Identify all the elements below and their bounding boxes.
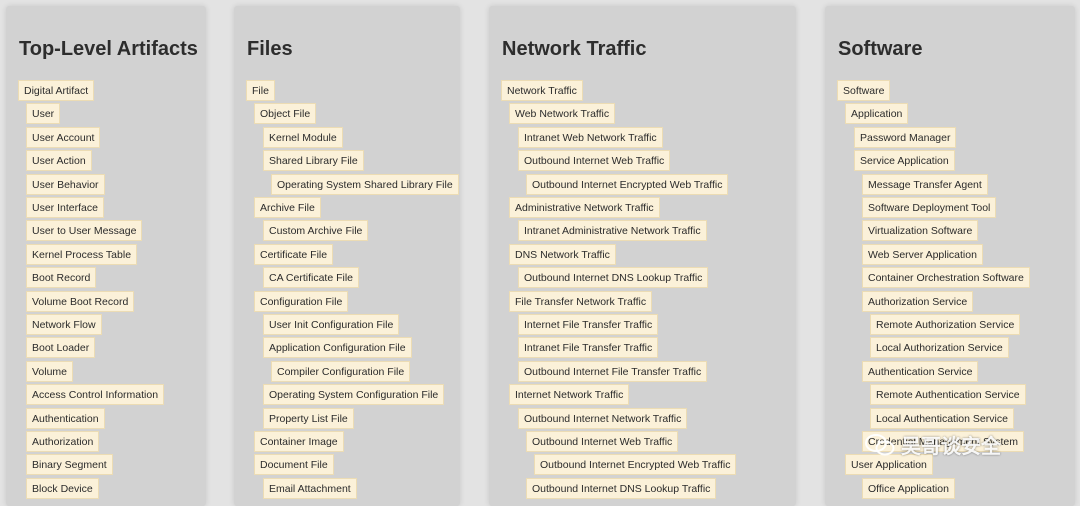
tree-item[interactable]: Outbound Internet Network Traffic xyxy=(518,408,688,429)
tree-item[interactable]: Property List File xyxy=(263,408,354,429)
tree-item[interactable]: User Init Configuration File xyxy=(263,314,400,335)
tree-item[interactable]: Web Network Traffic xyxy=(509,103,616,124)
tree-item[interactable]: Authentication xyxy=(26,408,105,429)
column-title: Network Traffic xyxy=(502,38,647,60)
tree-item[interactable]: Application xyxy=(845,103,909,124)
tree-item[interactable]: User Action xyxy=(26,150,92,171)
tree-item[interactable]: Email Attachment xyxy=(263,478,357,499)
tree-item[interactable]: Volume Boot Record xyxy=(26,291,135,312)
tree-item[interactable]: Network Flow xyxy=(26,314,102,335)
tree-item[interactable]: Authorization Service xyxy=(862,291,974,312)
tree-item[interactable]: User Account xyxy=(26,127,101,148)
tree-item[interactable]: File xyxy=(246,80,275,101)
tree-item[interactable]: Message Transfer Agent xyxy=(862,174,988,195)
tree-item[interactable]: Shared Library File xyxy=(263,150,364,171)
tree-item[interactable]: Kernel Process Table xyxy=(26,244,138,265)
tree-item[interactable]: Operating System Configuration File xyxy=(263,384,445,405)
tree-item[interactable]: DNS Network Traffic xyxy=(509,244,616,265)
tree-item[interactable]: Compiler Configuration File xyxy=(271,361,411,382)
tree-item[interactable]: Web Server Application xyxy=(862,244,983,265)
tree-item[interactable]: Internet File Transfer Traffic xyxy=(518,314,659,335)
tree-item[interactable]: Outbound Internet DNS Lookup Traffic xyxy=(518,267,709,288)
tree-item[interactable]: Office Application xyxy=(862,478,955,499)
tree-item[interactable]: Credential Management System xyxy=(862,431,1024,452)
tree-item[interactable]: Outbound Internet Web Traffic xyxy=(526,431,679,452)
tree-item[interactable]: Container Orchestration Software xyxy=(862,267,1030,288)
tree-item[interactable]: User Interface xyxy=(26,197,104,218)
tree-item[interactable]: Remote Authorization Service xyxy=(870,314,1021,335)
tree-item[interactable]: CA Certificate File xyxy=(263,267,360,288)
tree-item[interactable]: Authorization xyxy=(26,431,100,452)
tree-item[interactable]: Outbound Internet File Transfer Traffic xyxy=(518,361,708,382)
tree-item[interactable]: Intranet Administrative Network Traffic xyxy=(518,220,707,241)
tree-item[interactable]: User xyxy=(26,103,61,124)
tree-item[interactable]: Configuration File xyxy=(254,291,349,312)
tree-item[interactable]: File Transfer Network Traffic xyxy=(509,291,653,312)
tree-item[interactable]: Application Configuration File xyxy=(263,337,412,358)
tree-item[interactable]: Service Application xyxy=(854,150,955,171)
tree-item[interactable]: Binary Segment xyxy=(26,454,113,475)
tree-item[interactable]: Outbound Internet DNS Lookup Traffic xyxy=(526,478,717,499)
tree-item[interactable]: Software xyxy=(837,80,891,101)
tree-item[interactable]: User Behavior xyxy=(26,174,105,195)
column-title: Software xyxy=(838,38,923,60)
tree-item[interactable]: Object File xyxy=(254,103,317,124)
tree-item[interactable]: Digital Artifact xyxy=(18,80,95,101)
tree-item[interactable]: Certificate File xyxy=(254,244,334,265)
column-network-traffic: Network Traffic Network Traffic Web Netwo… xyxy=(489,6,796,506)
column-top-level-artifacts: Top-Level Artifacts Digital Artifact User… xyxy=(6,6,206,506)
tree-item[interactable]: Local Authorization Service xyxy=(870,337,1009,358)
tree-item[interactable]: Password Manager xyxy=(854,127,957,148)
tree-item[interactable]: Local Authentication Service xyxy=(870,408,1014,429)
tree-item[interactable]: Intranet Web Network Traffic xyxy=(518,127,663,148)
tree-item[interactable]: Administrative Network Traffic xyxy=(509,197,660,218)
tree-item[interactable]: Boot Record xyxy=(26,267,97,288)
tree-item[interactable]: Archive File xyxy=(254,197,321,218)
tree-item[interactable]: Software Deployment Tool xyxy=(862,197,997,218)
tree-item[interactable]: Custom Archive File xyxy=(263,220,369,241)
column-title: Top-Level Artifacts xyxy=(19,38,198,60)
tree-item[interactable]: Operating System Shared Library File xyxy=(271,174,459,195)
tree-item[interactable]: Outbound Internet Encrypted Web Traffic xyxy=(526,174,729,195)
tree-item[interactable]: Document File xyxy=(254,454,334,475)
tree-item[interactable]: Kernel Module xyxy=(263,127,343,148)
tree-item[interactable]: Boot Loader xyxy=(26,337,96,358)
column-software: Software Software Application Password Man… xyxy=(825,6,1075,506)
tree-item[interactable]: Container Image xyxy=(254,431,344,452)
tree-item[interactable]: Network Traffic xyxy=(501,80,583,101)
tree-item[interactable]: User to User Message xyxy=(26,220,143,241)
tree-item[interactable]: Access Control Information xyxy=(26,384,165,405)
tree-item[interactable]: Outbound Internet Encrypted Web Traffic xyxy=(534,454,737,475)
tree-item[interactable]: User Application xyxy=(845,454,933,475)
tree-item[interactable]: Outbound Internet Web Traffic xyxy=(518,150,671,171)
tree-item[interactable]: Intranet File Transfer Traffic xyxy=(518,337,659,358)
tree-item[interactable]: Volume xyxy=(26,361,74,382)
tree-item[interactable]: Authentication Service xyxy=(862,361,979,382)
tree-item[interactable]: Virtualization Software xyxy=(862,220,979,241)
tree-item[interactable]: Block Device xyxy=(26,478,99,499)
column-title: Files xyxy=(247,38,293,60)
column-files: Files File Object File Kernel Module Shared… xyxy=(234,6,460,506)
tree-item[interactable]: Remote Authentication Service xyxy=(870,384,1026,405)
tree-item[interactable]: Internet Network Traffic xyxy=(509,384,630,405)
